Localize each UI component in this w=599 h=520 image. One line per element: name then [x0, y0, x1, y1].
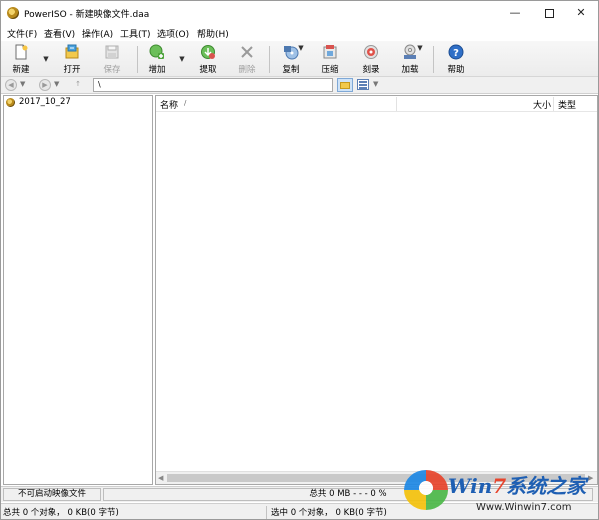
maximize-button[interactable]: [532, 1, 566, 25]
new-file-icon: [15, 44, 28, 60]
help-button[interactable]: ? 帮助: [439, 43, 473, 75]
mount-dropdown-arrow-icon[interactable]: ▼: [416, 44, 424, 52]
new-button[interactable]: 新建: [4, 43, 38, 75]
address-bar: ◀ ▼ ▶ ▼ ↑ \ ▼: [1, 77, 598, 94]
folder-icon: [340, 82, 350, 89]
title-bar: PowerISO - 新建映像文件.daa — ✕: [1, 1, 598, 25]
close-button[interactable]: ✕: [564, 1, 598, 25]
folder-view-button[interactable]: [337, 78, 353, 92]
help-label: 帮助: [447, 65, 465, 75]
column-size-header[interactable]: 大小: [533, 98, 551, 111]
disc-image-icon: [6, 98, 15, 107]
poweriso-window: PowerISO - 新建映像文件.daa — ✕ 文件(F) 查看(V) 操作…: [0, 0, 599, 520]
add-button[interactable]: 增加: [140, 43, 174, 75]
extract-button[interactable]: 提取: [191, 43, 225, 75]
extract-icon: [201, 45, 215, 59]
toolbar: 新建 ▼ 打开 保存 增加 ▼ 提取 删除 复制 ▼ 压缩 刻录 加载 ▼ ? …: [1, 41, 598, 77]
back-arrow-icon[interactable]: ◀: [5, 79, 17, 91]
maximize-icon: [544, 8, 554, 18]
compress-button[interactable]: 压缩: [313, 43, 347, 75]
column-divider[interactable]: [396, 97, 397, 111]
menu-action[interactable]: 操作(A): [82, 27, 113, 40]
open-label: 打开: [63, 65, 81, 75]
toolbar-separator: [433, 46, 434, 73]
save-label: 保存: [103, 65, 121, 75]
folder-tree[interactable]: 2017_10_27: [3, 95, 153, 485]
objects-total-status: 总共 0 个对象， 0 KB(0 字节): [3, 506, 267, 519]
back-dropdown-icon[interactable]: ▼: [20, 80, 25, 88]
open-button[interactable]: 打开: [55, 43, 89, 75]
windows-logo-icon: [404, 470, 448, 510]
compress-vise-icon: [323, 45, 337, 59]
path-input[interactable]: \: [93, 78, 333, 92]
svg-text:?: ?: [453, 48, 459, 59]
burn-disc-icon: [364, 45, 378, 59]
menu-help[interactable]: 帮助(H): [197, 27, 229, 40]
watermark: Win7系统之家 Www.Winwin7.com: [404, 464, 599, 520]
scroll-left-icon[interactable]: ◀: [158, 474, 163, 482]
boot-status: 不可启动映像文件: [3, 488, 101, 501]
copy-dropdown-arrow-icon[interactable]: ▼: [297, 44, 305, 52]
file-list[interactable]: 名称 / 大小 类型 ◀ ▶: [155, 95, 598, 485]
burn-label: 刻录: [362, 65, 380, 75]
delete-button[interactable]: 删除: [230, 43, 264, 75]
delete-x-icon: [241, 46, 253, 58]
add-icon: [149, 44, 164, 59]
objects-selected-status: 选中 0 个对象， 0 KB(0 字节): [271, 508, 387, 518]
add-dropdown-arrow-icon[interactable]: ▼: [178, 55, 186, 63]
minimize-button[interactable]: —: [498, 1, 532, 25]
menu-view[interactable]: 查看(V): [44, 27, 75, 40]
save-disk-icon: [105, 45, 119, 59]
toolbar-separator: [269, 46, 270, 73]
delete-label: 删除: [238, 65, 256, 75]
window-title: PowerISO - 新建映像文件.daa: [24, 10, 150, 20]
menu-tools[interactable]: 工具(T): [120, 27, 151, 40]
help-question-icon: ?: [448, 44, 464, 60]
sort-indicator: /: [184, 99, 187, 107]
burn-button[interactable]: 刻录: [354, 43, 388, 75]
list-header: 名称 / 大小 类型: [156, 96, 597, 112]
compress-label: 压缩: [321, 65, 339, 75]
new-label: 新建: [12, 65, 30, 75]
forward-dropdown-icon[interactable]: ▼: [54, 80, 59, 88]
save-button[interactable]: 保存: [95, 43, 129, 75]
view-mode-dropdown-icon[interactable]: ▼: [373, 80, 378, 88]
menu-options[interactable]: 选项(O): [157, 27, 189, 40]
new-dropdown-arrow-icon[interactable]: ▼: [42, 55, 50, 63]
extract-label: 提取: [199, 65, 217, 75]
mount-label: 加载: [401, 65, 419, 75]
column-divider[interactable]: [553, 97, 554, 111]
tree-root-label: 2017_10_27: [19, 97, 71, 107]
copy-label: 复制: [282, 65, 300, 75]
menu-bar: 文件(F) 查看(V) 操作(A) 工具(T) 选项(O) 帮助(H): [1, 25, 598, 41]
forward-arrow-icon[interactable]: ▶: [39, 79, 51, 91]
open-file-icon: [65, 44, 79, 59]
column-type-header[interactable]: 类型: [558, 98, 576, 111]
poweriso-logo-icon: [7, 7, 19, 19]
watermark-brand: Win7系统之家: [448, 474, 587, 498]
up-arrow-icon[interactable]: ↑: [72, 79, 84, 91]
menu-file[interactable]: 文件(F): [7, 27, 37, 40]
view-mode-icon[interactable]: [357, 79, 369, 90]
add-label: 增加: [148, 65, 166, 75]
column-name-header[interactable]: 名称: [160, 98, 178, 111]
watermark-url: Www.Winwin7.com: [476, 502, 572, 513]
toolbar-separator: [137, 46, 138, 73]
